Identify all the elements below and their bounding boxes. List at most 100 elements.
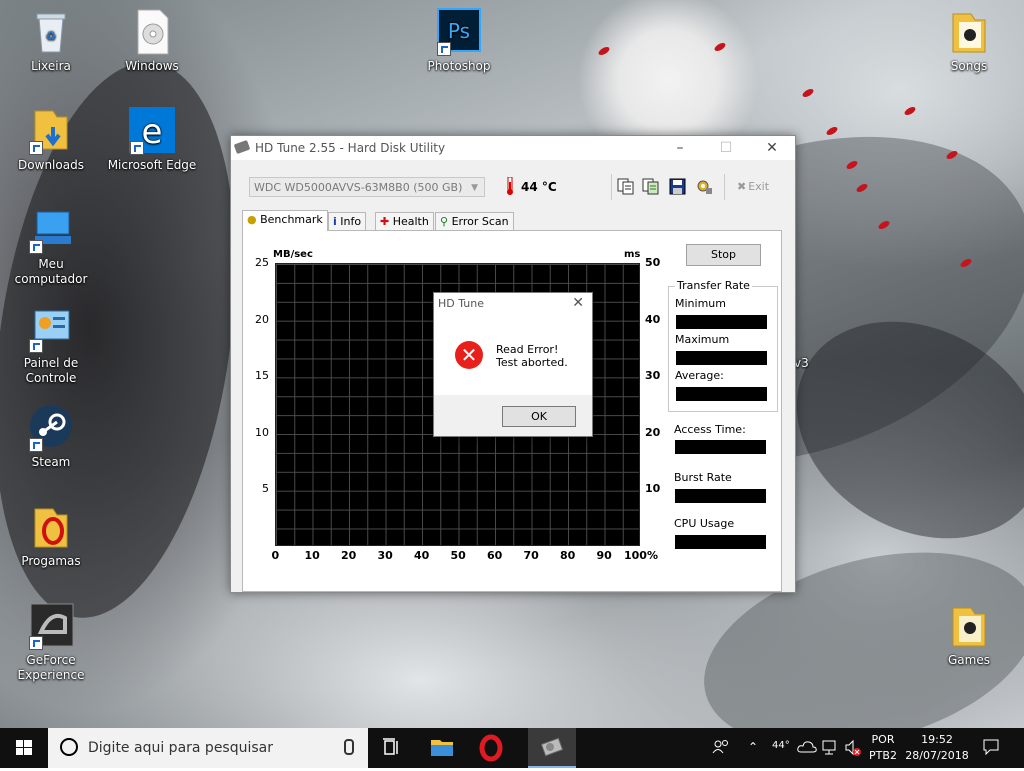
- icon-label: Songs: [950, 59, 988, 73]
- icon-label: Photoshop: [427, 59, 491, 73]
- recycle-bin-icon: ♻: [27, 8, 75, 56]
- exit-icon: ✖: [737, 180, 747, 193]
- start-button[interactable]: [0, 728, 48, 768]
- icon-label: Downloads: [18, 158, 84, 172]
- drive-select[interactable]: WDC WD5000AVVS-63M8B0 (500 GB) ▼: [249, 177, 485, 197]
- wallpaper-petal: [825, 125, 839, 137]
- desktop-icon-progamas[interactable]: Progamas: [3, 503, 99, 569]
- language-indicator[interactable]: POR PTB2: [866, 733, 900, 762]
- shortcut-arrow-icon: [29, 141, 43, 155]
- minimum-label: Minimum: [675, 297, 726, 310]
- tab-error-scan[interactable]: ⚲ Error Scan: [435, 212, 514, 230]
- desktop-icon-downloads[interactable]: Downloads: [3, 107, 99, 173]
- cpu-usage-label: CPU Usage: [674, 517, 735, 530]
- copy-icon[interactable]: [617, 178, 634, 195]
- transfer-rate-group: Transfer Rate Minimum Maximum Average:: [668, 279, 778, 412]
- taskbar-file-explorer[interactable]: [418, 728, 466, 768]
- y-tick-label-left: 15: [255, 369, 269, 383]
- desktop-icon-windows[interactable]: Windows: [104, 8, 200, 74]
- copy-all-icon[interactable]: [642, 178, 659, 195]
- tab-benchmark[interactable]: ● Benchmark: [242, 210, 328, 231]
- disc-file-icon: [128, 8, 176, 56]
- computer-icon: [27, 206, 75, 254]
- desktop-icon-painel-controle[interactable]: Painel de Controle: [3, 305, 99, 386]
- transfer-rate-title: Transfer Rate: [675, 279, 752, 292]
- people-icon[interactable]: [712, 738, 730, 756]
- options-icon[interactable]: [696, 178, 713, 195]
- taskbar-opera[interactable]: [467, 728, 515, 768]
- y-tick-label-right: 10: [645, 482, 661, 496]
- temperature-value: 44 °C: [521, 180, 557, 194]
- maximum-label: Maximum: [675, 333, 730, 346]
- desktop-icon-games[interactable]: Games: [921, 602, 1017, 668]
- y-axis-label-left: MB/sec: [273, 249, 313, 260]
- info-icon: i: [333, 215, 337, 228]
- steam-icon: [27, 404, 75, 452]
- dialog-message: Read Error! Test aborted.: [496, 343, 568, 369]
- task-view-icon: [383, 738, 398, 755]
- folder-icon: [945, 8, 993, 56]
- dialog-close-button[interactable]: ✕: [572, 295, 584, 311]
- taskbar-hdtune[interactable]: [528, 728, 576, 768]
- title-bar[interactable]: HD Tune 2.55 - Hard Disk Utility – ☐ ✕: [231, 136, 795, 160]
- ok-button[interactable]: OK: [502, 406, 576, 427]
- tab-label: Benchmark: [260, 213, 323, 226]
- network-icon[interactable]: [821, 739, 839, 757]
- folder-icon: [945, 602, 993, 650]
- thermometer-icon: [507, 177, 513, 195]
- file-explorer-icon: [431, 740, 453, 756]
- x-tick-label: 40: [414, 549, 430, 562]
- svg-text:♻: ♻: [46, 29, 57, 43]
- task-view-button[interactable]: [368, 728, 416, 768]
- folder-icon: [27, 503, 75, 551]
- clock[interactable]: 19:52 28/07/2018: [902, 733, 972, 762]
- save-icon[interactable]: [669, 178, 686, 195]
- wallpaper-petal: [903, 105, 917, 117]
- svg-text:Ps: Ps: [448, 19, 470, 43]
- hdtune-app-icon: [233, 139, 251, 155]
- weather-temperature[interactable]: 44°: [772, 740, 790, 751]
- y-tick-label-right: 40: [645, 312, 661, 326]
- tab-info[interactable]: i Info: [328, 212, 367, 230]
- action-center-icon[interactable]: [982, 738, 1000, 756]
- control-panel-icon: [27, 305, 75, 353]
- x-tick-label: 10: [304, 549, 320, 562]
- minimize-button[interactable]: –: [657, 136, 703, 160]
- icon-label: Meu computador: [14, 257, 88, 286]
- microphone-icon[interactable]: [344, 739, 354, 755]
- stop-button[interactable]: Stop: [686, 244, 761, 266]
- tab-health[interactable]: ✚ Health: [375, 212, 434, 230]
- close-button[interactable]: ✕: [749, 136, 795, 160]
- maximize-button[interactable]: ☐: [703, 136, 749, 160]
- desktop-icon-edge[interactable]: e Microsoft Edge: [104, 107, 200, 173]
- downloads-folder-icon: [27, 107, 75, 155]
- desktop-icon-songs[interactable]: Songs: [921, 8, 1017, 74]
- error-dialog[interactable]: HD Tune ✕ ✕ Read Error! Test aborted. OK: [433, 292, 593, 437]
- onedrive-cloud-icon[interactable]: [797, 739, 817, 755]
- y-tick-label-right: 50: [645, 256, 661, 269]
- wallpaper-petal: [713, 41, 727, 53]
- volume-muted-icon[interactable]: [844, 739, 862, 757]
- icon-label: Microsoft Edge: [107, 158, 197, 172]
- dialog-message-line: Read Error!: [496, 343, 559, 356]
- exit-button[interactable]: ✖ Exit: [737, 180, 769, 193]
- desktop-icon-photoshop[interactable]: Ps Photoshop: [411, 8, 507, 74]
- icon-label: Painel de Controle: [23, 356, 79, 385]
- health-icon: ✚: [380, 215, 390, 228]
- desktop-icon-meu-computador[interactable]: Meu computador: [3, 206, 99, 287]
- icon-label: Games: [948, 653, 990, 667]
- icon-label: Lixeira: [31, 59, 71, 73]
- desktop-icon-steam[interactable]: Steam: [3, 404, 99, 470]
- shortcut-arrow-icon: [29, 240, 43, 254]
- search-box[interactable]: Digite aqui para pesquisar: [48, 728, 368, 768]
- chevron-down-icon: ▼: [471, 183, 478, 193]
- desktop-icon-lixeira[interactable]: ♻ Lixeira: [3, 8, 99, 74]
- cortana-icon: [60, 738, 78, 756]
- exit-label: Exit: [748, 180, 770, 193]
- keyboard-layout: PTB2: [869, 749, 897, 762]
- dialog-message-line: Test aborted.: [496, 356, 568, 369]
- icon-label: GeForce Experience: [17, 653, 85, 682]
- access-time-value: [675, 440, 766, 454]
- show-hidden-icons-button[interactable]: ⌃: [748, 740, 758, 754]
- desktop-icon-geforce[interactable]: GeForce Experience: [3, 602, 99, 683]
